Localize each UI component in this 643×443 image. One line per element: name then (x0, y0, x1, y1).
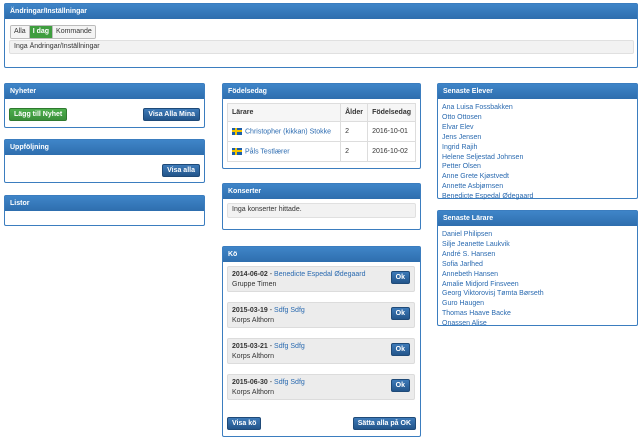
teacher-link[interactable]: Amalie Midjord Finsveen (442, 280, 544, 290)
show-queue-button[interactable]: Visa kö (227, 417, 262, 430)
swedish-flag-icon (232, 147, 242, 155)
latest-students-panel: Senaste Elever Ana Luisa Fossbakken Otto… (437, 83, 638, 202)
teacher-link[interactable]: Påls Testlærer (245, 148, 290, 155)
queue-date: 2014-06-02 (232, 271, 268, 278)
ok-button[interactable]: Ok (390, 271, 410, 284)
changes-empty-message: Inga Ändringar/Inställningar (9, 40, 634, 54)
news-panel: Nyheter Lägg till Nyhet Visa Alla Mina (4, 83, 205, 128)
age-cell: 2 (340, 121, 369, 142)
latest-students-list: Ana Luisa Fossbakken Otto Ottosen Elvar … (442, 103, 533, 202)
followup-title: Uppföljning (5, 140, 204, 155)
teacher-link[interactable]: Onassen Alise (442, 319, 544, 329)
teacher-link[interactable]: Christopher (kikkan) Stokke (245, 128, 331, 135)
set-all-ok-button[interactable]: Sätta alla på OK (352, 417, 416, 430)
teacher-link[interactable]: Silje Jeanette Laukvik (442, 240, 544, 250)
concerts-title: Konserter (223, 184, 420, 199)
column-header-teacher: Lärare (226, 103, 342, 122)
ok-button[interactable]: Ok (390, 379, 410, 392)
birthday-cell: 2016-10-01 (367, 121, 416, 142)
queue-date: 2015-03-21 (232, 343, 268, 350)
latest-teachers-panel: Senaste Lärare Daniel Philipsen Silje Je… (437, 210, 638, 329)
followup-show-all-button[interactable]: Visa alla (162, 164, 200, 177)
birthday-panel: Födelsedag Lärare Ålder Födelsedag Chris… (222, 83, 421, 169)
age-cell: 2 (340, 141, 369, 162)
table-row: Påls Testlærer 2 2016-10-02 (226, 141, 416, 162)
queue-date: 2015-03-19 (232, 307, 268, 314)
queue-item: 2015-03-21 - Sdfg Sdfg Korps Althorn Ok (227, 338, 415, 364)
birthday-title: Födelsedag (223, 84, 420, 99)
student-link[interactable]: Elvar Elev (442, 123, 533, 133)
queue-item: 2015-03-19 - Sdfg Sdfg Korps Althorn Ok (227, 302, 415, 328)
lists-title: Listor (5, 196, 204, 211)
show-all-mine-button[interactable]: Visa Alla Mina (143, 108, 200, 121)
teacher-link[interactable]: Annebeth Hansen (442, 270, 544, 280)
queue-title: Kö (223, 247, 420, 262)
teacher-link[interactable]: Georg Viktorovisj Tømta Børseth (442, 289, 544, 299)
add-news-button[interactable]: Lägg till Nyhet (9, 108, 68, 121)
lists-panel: Listor (4, 195, 205, 226)
column-header-age: Ålder (340, 103, 369, 122)
ok-button[interactable]: Ok (390, 307, 410, 320)
latest-students-title: Senaste Elever (438, 84, 637, 99)
teacher-link[interactable]: André S. Hansen (442, 250, 544, 260)
concerts-empty-message: Inga konserter hittade. (227, 203, 416, 218)
student-link[interactable]: Benedicte Espedal Ødegaard (442, 192, 533, 202)
changes-tabs: Alla I dag Kommande (10, 25, 96, 39)
queue-student-link[interactable]: Sdfg Sdfg (274, 379, 305, 386)
queue-group: Korps Althorn (232, 317, 275, 324)
followup-panel: Uppföljning Visa alla (4, 139, 205, 183)
student-link[interactable]: Annette Asbjørnsen (442, 182, 533, 192)
queue-student-link[interactable]: Sdfg Sdfg (274, 307, 305, 314)
queue-group: Korps Althorn (232, 353, 275, 360)
changes-title: Ändringar/Inställningar (5, 4, 637, 19)
student-link[interactable]: Petter Olsen (442, 162, 533, 172)
queue-panel: Kö 2014-06-02 - Benedicte Espedal Ødegaa… (222, 246, 421, 437)
birthday-table-header: Lärare Ålder Födelsedag (226, 103, 416, 122)
birthday-table: Lärare Ålder Födelsedag Christopher (kik… (226, 103, 416, 162)
student-link[interactable]: Helene Seljestad Johnsen (442, 153, 533, 163)
queue-item: 2014-06-02 - Benedicte Espedal Ødegaard … (227, 266, 415, 292)
latest-teachers-title: Senaste Lärare (438, 211, 637, 226)
latest-teachers-list: Daniel Philipsen Silje Jeanette Laukvik … (442, 230, 544, 329)
teacher-link[interactable]: Guro Haugen (442, 299, 544, 309)
queue-item: 2015-06-30 - Sdfg Sdfg Korps Althorn Ok (227, 374, 415, 400)
ok-button[interactable]: Ok (390, 343, 410, 356)
tab-all[interactable]: Alla (11, 26, 30, 38)
student-link[interactable]: Jens Jensen (442, 133, 533, 143)
student-link[interactable]: Ingrid Rajih (442, 143, 533, 153)
changes-panel: Ändringar/Inställningar Alla I dag Komma… (4, 3, 638, 68)
swedish-flag-icon (232, 127, 242, 135)
queue-group: Gruppe Timen (232, 281, 277, 288)
teacher-link[interactable]: Daniel Philipsen (442, 230, 544, 240)
table-row: Christopher (kikkan) Stokke 2 2016-10-01 (226, 121, 416, 142)
student-link[interactable]: Anne Grete Kjøstvedt (442, 172, 533, 182)
queue-student-link[interactable]: Sdfg Sdfg (274, 343, 305, 350)
tab-today[interactable]: I dag (29, 26, 54, 38)
teacher-link[interactable]: Sofia Jarlhed (442, 260, 544, 270)
tab-upcoming[interactable]: Kommande (53, 26, 95, 38)
student-link[interactable]: Otto Ottosen (442, 113, 533, 123)
queue-date: 2015-06-30 (232, 379, 268, 386)
queue-group: Korps Althorn (232, 389, 275, 396)
birthday-cell: 2016-10-02 (367, 141, 416, 162)
teacher-link[interactable]: Thomas Haave Backe (442, 309, 544, 319)
news-title: Nyheter (5, 84, 204, 99)
student-link[interactable]: Ana Luisa Fossbakken (442, 103, 533, 113)
queue-student-link[interactable]: Benedicte Espedal Ødegaard (274, 271, 365, 278)
column-header-birthday: Födelsedag (367, 103, 416, 122)
concerts-panel: Konserter Inga konserter hittade. (222, 183, 421, 230)
